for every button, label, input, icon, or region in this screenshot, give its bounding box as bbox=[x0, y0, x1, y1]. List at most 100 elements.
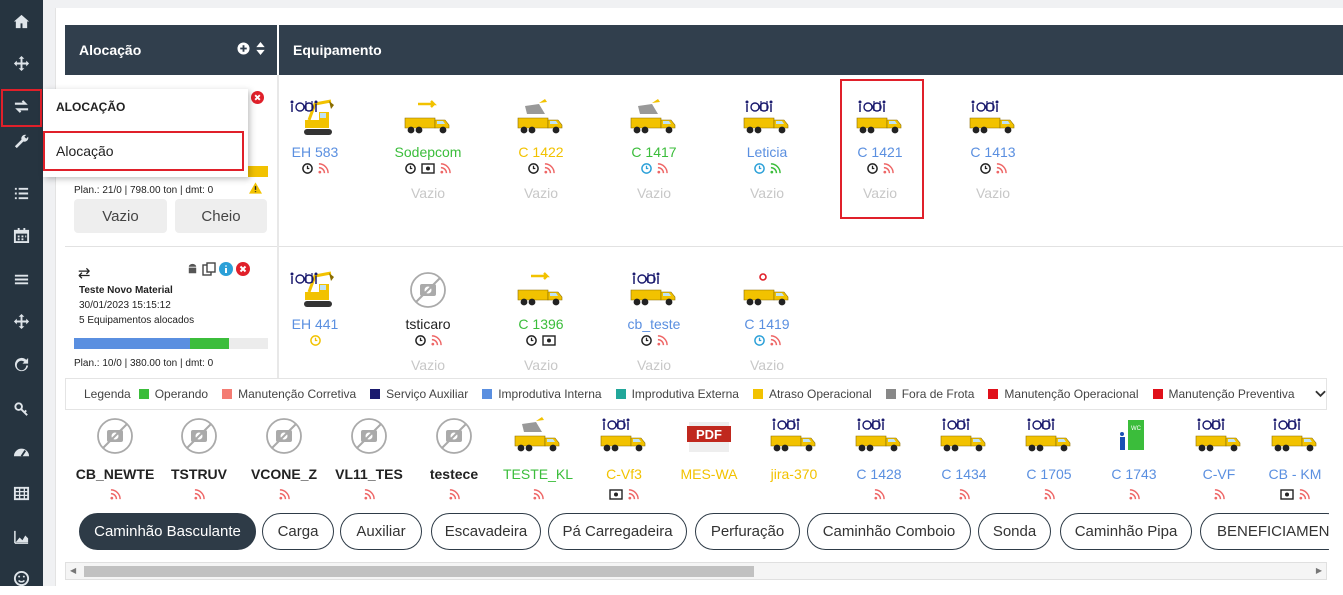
scroll-right-icon[interactable]: ▶ bbox=[1316, 566, 1322, 575]
legend-swatch bbox=[988, 389, 999, 399]
pool-equipment[interactable]: C 1705 bbox=[1008, 412, 1090, 512]
pool-equipment[interactable]: C 1428 bbox=[838, 412, 920, 512]
sidebar-item-refresh[interactable] bbox=[0, 352, 43, 382]
sidebar-item-home[interactable] bbox=[0, 8, 43, 38]
category-chip[interactable]: Pá Carregadeira bbox=[548, 513, 687, 550]
equipment-card[interactable]: Leticia Vazio bbox=[722, 94, 812, 224]
scroll-left-icon[interactable]: ◀ bbox=[70, 566, 76, 575]
signal-icon bbox=[656, 335, 668, 353]
sidebar-item-chart-area[interactable] bbox=[0, 523, 43, 553]
refresh-icon bbox=[13, 357, 30, 378]
sidebar-item-calendar[interactable] bbox=[0, 222, 43, 252]
pool-equipment[interactable]: VCONE_Z bbox=[243, 412, 325, 512]
table-icon bbox=[13, 485, 30, 506]
pool-equipment[interactable]: C-VF bbox=[1178, 412, 1260, 512]
sidebar-item-key[interactable] bbox=[0, 396, 43, 426]
legend-swatch bbox=[138, 389, 149, 399]
clock-icon bbox=[405, 163, 416, 181]
signal-icon bbox=[628, 488, 639, 502]
equipment-card[interactable]: C 1417 Vazio bbox=[609, 94, 699, 224]
sidebar-item-move[interactable] bbox=[0, 50, 43, 80]
pool-equipment[interactable]: testece bbox=[413, 412, 495, 512]
equipment-status-icons bbox=[243, 488, 325, 502]
chart-area-icon bbox=[13, 528, 30, 549]
android-icon[interactable] bbox=[186, 263, 199, 279]
card-icon bbox=[1280, 488, 1294, 502]
pool-equipment[interactable]: CB - KM bbox=[1263, 412, 1327, 512]
equipment-name: CB_NEWTE bbox=[75, 466, 155, 482]
equipment-card[interactable]: Sodepcom Vazio bbox=[383, 94, 473, 224]
clock-icon bbox=[640, 335, 652, 353]
row-divider bbox=[279, 246, 1343, 247]
full-button[interactable]: Cheio bbox=[175, 199, 267, 233]
signal-icon bbox=[769, 163, 781, 181]
equipment-card[interactable]: C 1422 Vazio bbox=[496, 94, 586, 224]
allocation-datetime: 30/01/2023 15:15:12 bbox=[79, 300, 171, 311]
pool-equipment[interactable]: WC C 1743 bbox=[1093, 412, 1175, 512]
equipment-name: VCONE_Z bbox=[250, 466, 318, 482]
card-icon bbox=[542, 335, 556, 353]
equipment-card[interactable]: EH 583 bbox=[270, 94, 360, 224]
scrollbar-thumb[interactable] bbox=[84, 566, 754, 577]
category-chip[interactable]: Carga bbox=[262, 513, 334, 550]
category-chip[interactable]: Sonda bbox=[978, 513, 1051, 550]
close-icon[interactable] bbox=[236, 262, 250, 279]
signal-icon bbox=[193, 488, 205, 502]
sidebar-item-move[interactable] bbox=[0, 308, 43, 338]
category-chip[interactable]: Perfuração bbox=[695, 513, 800, 550]
sidebar-item-wrench[interactable] bbox=[0, 128, 43, 158]
sidebar-item-list[interactable] bbox=[0, 180, 43, 210]
equipment-card[interactable]: C 1413 Vazio bbox=[948, 94, 1038, 224]
equipment-status-icons bbox=[383, 335, 473, 353]
equipment-image bbox=[243, 412, 325, 456]
equipment-name: Leticia bbox=[746, 144, 788, 160]
sidebar-item-dashboard[interactable] bbox=[0, 438, 43, 468]
pool-equipment[interactable]: PDF MES-WA bbox=[668, 412, 750, 512]
menu-item-allocation[interactable]: Alocação bbox=[43, 131, 244, 171]
equipment-card[interactable]: EH 441 bbox=[270, 266, 360, 396]
sidebar-item-menu[interactable] bbox=[0, 266, 43, 296]
sidebar-item-table[interactable] bbox=[0, 480, 43, 510]
legend-item-label: Atraso Operacional bbox=[768, 387, 872, 401]
pool-equipment[interactable]: C 1434 bbox=[923, 412, 1005, 512]
pool-equipment[interactable]: jira-370 bbox=[753, 412, 835, 512]
pool-equipment[interactable]: C-Vf3 bbox=[583, 412, 665, 512]
horizontal-scrollbar[interactable]: ◀ ▶ bbox=[65, 562, 1327, 580]
category-chip[interactable]: BENEFICIAMENTO bbox=[1200, 513, 1329, 550]
pool-equipment[interactable]: TSTRUV bbox=[158, 412, 240, 512]
category-chip[interactable]: Caminhão Basculante bbox=[79, 513, 256, 550]
equipment-name: jira-370 bbox=[770, 466, 818, 482]
add-icon[interactable] bbox=[237, 42, 250, 58]
equipment-name: EH 441 bbox=[291, 316, 339, 332]
equipment-card[interactable]: C 1396 Vazio bbox=[496, 266, 586, 396]
equipment-name: testece bbox=[429, 466, 479, 482]
category-chip[interactable]: Auxiliar bbox=[340, 513, 422, 550]
category-chip[interactable]: Escavadeira bbox=[431, 513, 541, 550]
equipment-image bbox=[413, 412, 495, 456]
close-icon[interactable] bbox=[251, 91, 264, 107]
legend-item-label: Operando bbox=[154, 387, 209, 401]
pool-equipment[interactable]: VL11_TES bbox=[328, 412, 410, 512]
sidebar-item-transfer[interactable] bbox=[1, 89, 42, 127]
chevron-down-icon[interactable] bbox=[1314, 387, 1326, 401]
info-icon[interactable] bbox=[219, 262, 233, 279]
pool-equipment[interactable]: TESTE_KL bbox=[497, 412, 579, 512]
equipment-card[interactable]: cb_teste Vazio bbox=[609, 266, 699, 396]
equipment-state: Vazio bbox=[637, 185, 671, 201]
equipment-card[interactable]: C 1419 Vazio bbox=[722, 266, 812, 396]
legend-item: Fora de Frota bbox=[885, 387, 974, 401]
equipment-card[interactable]: tsticaro Vazio bbox=[383, 266, 473, 396]
category-chip[interactable]: Caminhão Pipa bbox=[1060, 513, 1192, 550]
sort-icon[interactable] bbox=[256, 42, 265, 58]
copy-icon[interactable] bbox=[202, 262, 216, 279]
empty-button[interactable]: Vazio bbox=[74, 199, 167, 233]
pool-equipment[interactable]: CB_NEWTE bbox=[74, 412, 156, 512]
equipment-state: Vazio bbox=[524, 357, 558, 373]
equipment-image bbox=[74, 412, 156, 456]
legend-item: Serviço Auxiliar bbox=[370, 387, 468, 401]
equipment-status-icons bbox=[923, 488, 1005, 502]
sidebar-item-smile[interactable] bbox=[0, 565, 43, 595]
equipment-name: C 1422 bbox=[518, 144, 564, 160]
category-chip[interactable]: Caminhão Comboio bbox=[807, 513, 971, 550]
legend-item: Manutenção Preventiva bbox=[1152, 387, 1295, 401]
